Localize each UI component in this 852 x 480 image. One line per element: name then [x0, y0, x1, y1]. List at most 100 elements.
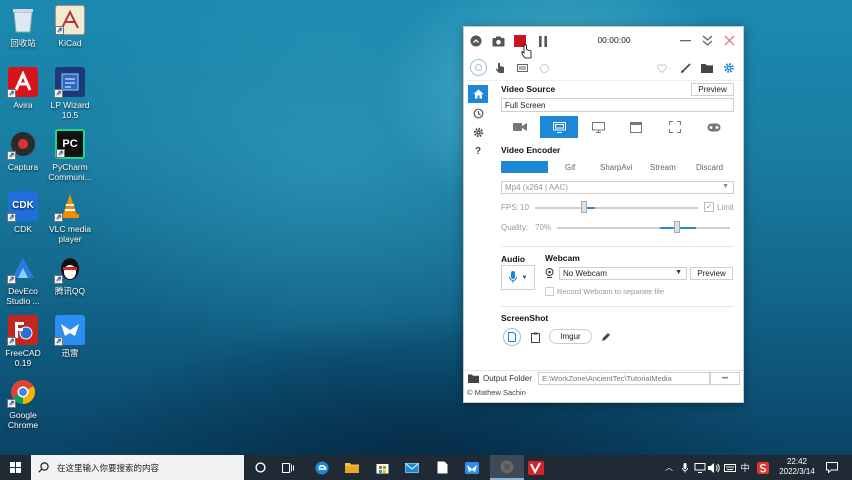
- screenshot-title: ScreenShot: [501, 313, 549, 323]
- webcam-preview-button[interactable]: Preview: [690, 267, 733, 280]
- xunlei-taskbar-icon[interactable]: [459, 455, 485, 480]
- imgur-button[interactable]: Imgur: [549, 329, 592, 344]
- camera-icon[interactable]: [491, 35, 505, 47]
- taskbar-clock[interactable]: 22:42 2022/3/14: [773, 457, 821, 477]
- output-folder-icon[interactable]: [467, 373, 479, 384]
- desktop-icon-captura[interactable]: ↗ Captura: [0, 129, 46, 172]
- desktop-icon-label: PyCharm Communi...: [48, 162, 92, 182]
- source-region-icon[interactable]: [656, 116, 694, 138]
- desktop-icon-label: FreeCAD 0.19: [5, 348, 41, 368]
- desktop-icon-label: LP Wizard 10.5: [50, 100, 90, 120]
- save-to-disk-icon[interactable]: [503, 328, 521, 346]
- fps-label: FPS:: [501, 203, 519, 212]
- captura-window: 00:00:00 ? Video Source Preview Full Scr…: [463, 26, 744, 403]
- source-full-screen-icon[interactable]: [540, 116, 578, 138]
- output-folder-label: Output Folder: [483, 374, 532, 383]
- audio-title: Audio: [501, 254, 526, 264]
- search-placeholder: 在这里输入你要搜索的内容: [57, 462, 160, 473]
- video-source-field[interactable]: Full Screen: [501, 98, 734, 112]
- edge-icon[interactable]: [309, 455, 335, 480]
- heart-icon[interactable]: [655, 61, 669, 75]
- cursor-icon[interactable]: [493, 61, 507, 75]
- encoder-tab-gif[interactable]: Gif: [565, 163, 575, 172]
- webcam-select[interactable]: No Webcam ▼: [559, 267, 687, 280]
- pencil-icon[interactable]: [599, 330, 613, 344]
- windows-start-icon[interactable]: [0, 455, 30, 480]
- clipboard-icon[interactable]: [528, 330, 542, 344]
- notification-center-icon[interactable]: [823, 455, 841, 480]
- video-source-preview-button[interactable]: Preview: [691, 83, 734, 96]
- browse-folder-button[interactable]: •••: [710, 372, 740, 385]
- side-nav: ?: [468, 85, 490, 161]
- desktop-icon-pycharm[interactable]: PC ↗ PyCharm Communi...: [47, 129, 93, 182]
- separate-file-label: Record Webcam to separate file: [557, 287, 664, 296]
- tray-network-icon[interactable]: [693, 455, 707, 480]
- settings-gear-icon[interactable]: [722, 61, 736, 75]
- clicks-icon[interactable]: [537, 61, 551, 75]
- tray-ime-label[interactable]: 中: [738, 455, 752, 480]
- minimize-icon[interactable]: [678, 35, 692, 47]
- output-folder-path[interactable]: E:\WorkZone\AncientTec\TutorialMedia: [538, 372, 710, 385]
- source-webcam-icon[interactable]: [501, 116, 539, 138]
- tray-volume-icon[interactable]: [707, 455, 721, 480]
- desktop-icon-qq[interactable]: ↗ 腾讯QQ: [47, 253, 93, 296]
- collapse-icon[interactable]: [470, 35, 482, 47]
- limit-checkbox[interactable]: ✓: [704, 202, 714, 212]
- notepad-icon[interactable]: [429, 455, 455, 480]
- cdk-icon: CDK ↗: [7, 191, 38, 222]
- file-explorer-icon[interactable]: [339, 455, 365, 480]
- desktop-icon-avira[interactable]: ↗ Avira: [0, 67, 46, 110]
- minimize-to-tray-icon[interactable]: [700, 34, 714, 47]
- encoder-tab-ffmpeg[interactable]: FFmpeg: [501, 161, 548, 173]
- keystrokes-icon[interactable]: [515, 61, 529, 75]
- freecad-icon: ↗: [7, 315, 38, 346]
- desktop-icon-lp-wizard[interactable]: ↗ LP Wizard 10.5: [47, 67, 93, 120]
- desktop-icon-label: Google Chrome: [7, 410, 39, 430]
- source-gamepad-icon[interactable]: [695, 116, 733, 138]
- help-icon[interactable]: ?: [468, 142, 488, 160]
- desktop-icon-freecad[interactable]: ↗ FreeCAD 0.19: [0, 315, 46, 368]
- search-icon: [38, 462, 49, 473]
- captura-taskbar-icon[interactable]: [490, 455, 524, 480]
- cortana-icon[interactable]: [248, 455, 272, 480]
- configure-gear-icon[interactable]: [468, 123, 488, 141]
- desktop-icon-kicad[interactable]: ↗ KiCad: [47, 5, 93, 48]
- kicad-icon: ↗: [55, 5, 85, 35]
- desktop-icon-deveco[interactable]: ↗ DevEco Studio ...: [0, 253, 46, 306]
- desktop-icon-label: 迅雷: [61, 348, 79, 358]
- tray-mic-icon[interactable]: [678, 455, 692, 480]
- xunlei-bird-icon: ↗: [54, 315, 85, 346]
- desktop-icon-cdk[interactable]: CDK ↗ CDK: [0, 191, 46, 234]
- encoder-format-select[interactable]: Mp4 (x264 | AAC) ▼: [501, 181, 734, 194]
- source-monitor-icon[interactable]: [579, 116, 617, 138]
- desktop-icon-xunlei[interactable]: ↗ 迅雷: [47, 315, 93, 358]
- home-icon[interactable]: [468, 85, 488, 103]
- desktop-icon-vlc[interactable]: ↗ VLC media player: [47, 191, 93, 244]
- task-view-icon[interactable]: [276, 455, 300, 480]
- source-window-icon[interactable]: [617, 116, 655, 138]
- close-icon[interactable]: [722, 34, 736, 47]
- encoder-tab-discard[interactable]: Discard: [696, 163, 723, 172]
- desktop-icon-label: Captura: [7, 162, 39, 172]
- desktop-icon-recycle-bin[interactable]: 回收站: [0, 5, 46, 48]
- encoder-tab-stream[interactable]: Stream: [650, 163, 676, 172]
- taskbar-search-box[interactable]: 在这里输入你要搜索的内容: [31, 455, 244, 480]
- avira-icon: ↗: [7, 67, 38, 98]
- store-icon[interactable]: [369, 455, 395, 480]
- vegas-taskbar-icon[interactable]: [525, 455, 547, 480]
- microphone-button[interactable]: ▼: [501, 265, 535, 290]
- separate-file-checkbox[interactable]: [545, 287, 554, 296]
- folder-icon[interactable]: [700, 61, 714, 75]
- pause-icon[interactable]: [537, 35, 549, 47]
- tray-expand-chevron-icon[interactable]: ︿: [662, 455, 676, 480]
- history-icon[interactable]: [468, 104, 488, 122]
- tray-keyboard-icon[interactable]: [723, 455, 737, 480]
- tray-app-s-icon[interactable]: [756, 455, 770, 480]
- encoder-tab-sharpavi[interactable]: SharpAvi: [600, 163, 632, 172]
- mail-icon[interactable]: [399, 455, 425, 480]
- region-select-icon[interactable]: [470, 59, 487, 76]
- desktop: 回收站 ↗ KiCad ↗ Avira ↗ LP Wizard 10.5 ↗ C…: [0, 0, 100, 455]
- desktop-icon-chrome[interactable]: ↗ Google Chrome: [0, 377, 46, 430]
- brush-icon[interactable]: [678, 61, 692, 75]
- tool-row: [464, 55, 743, 81]
